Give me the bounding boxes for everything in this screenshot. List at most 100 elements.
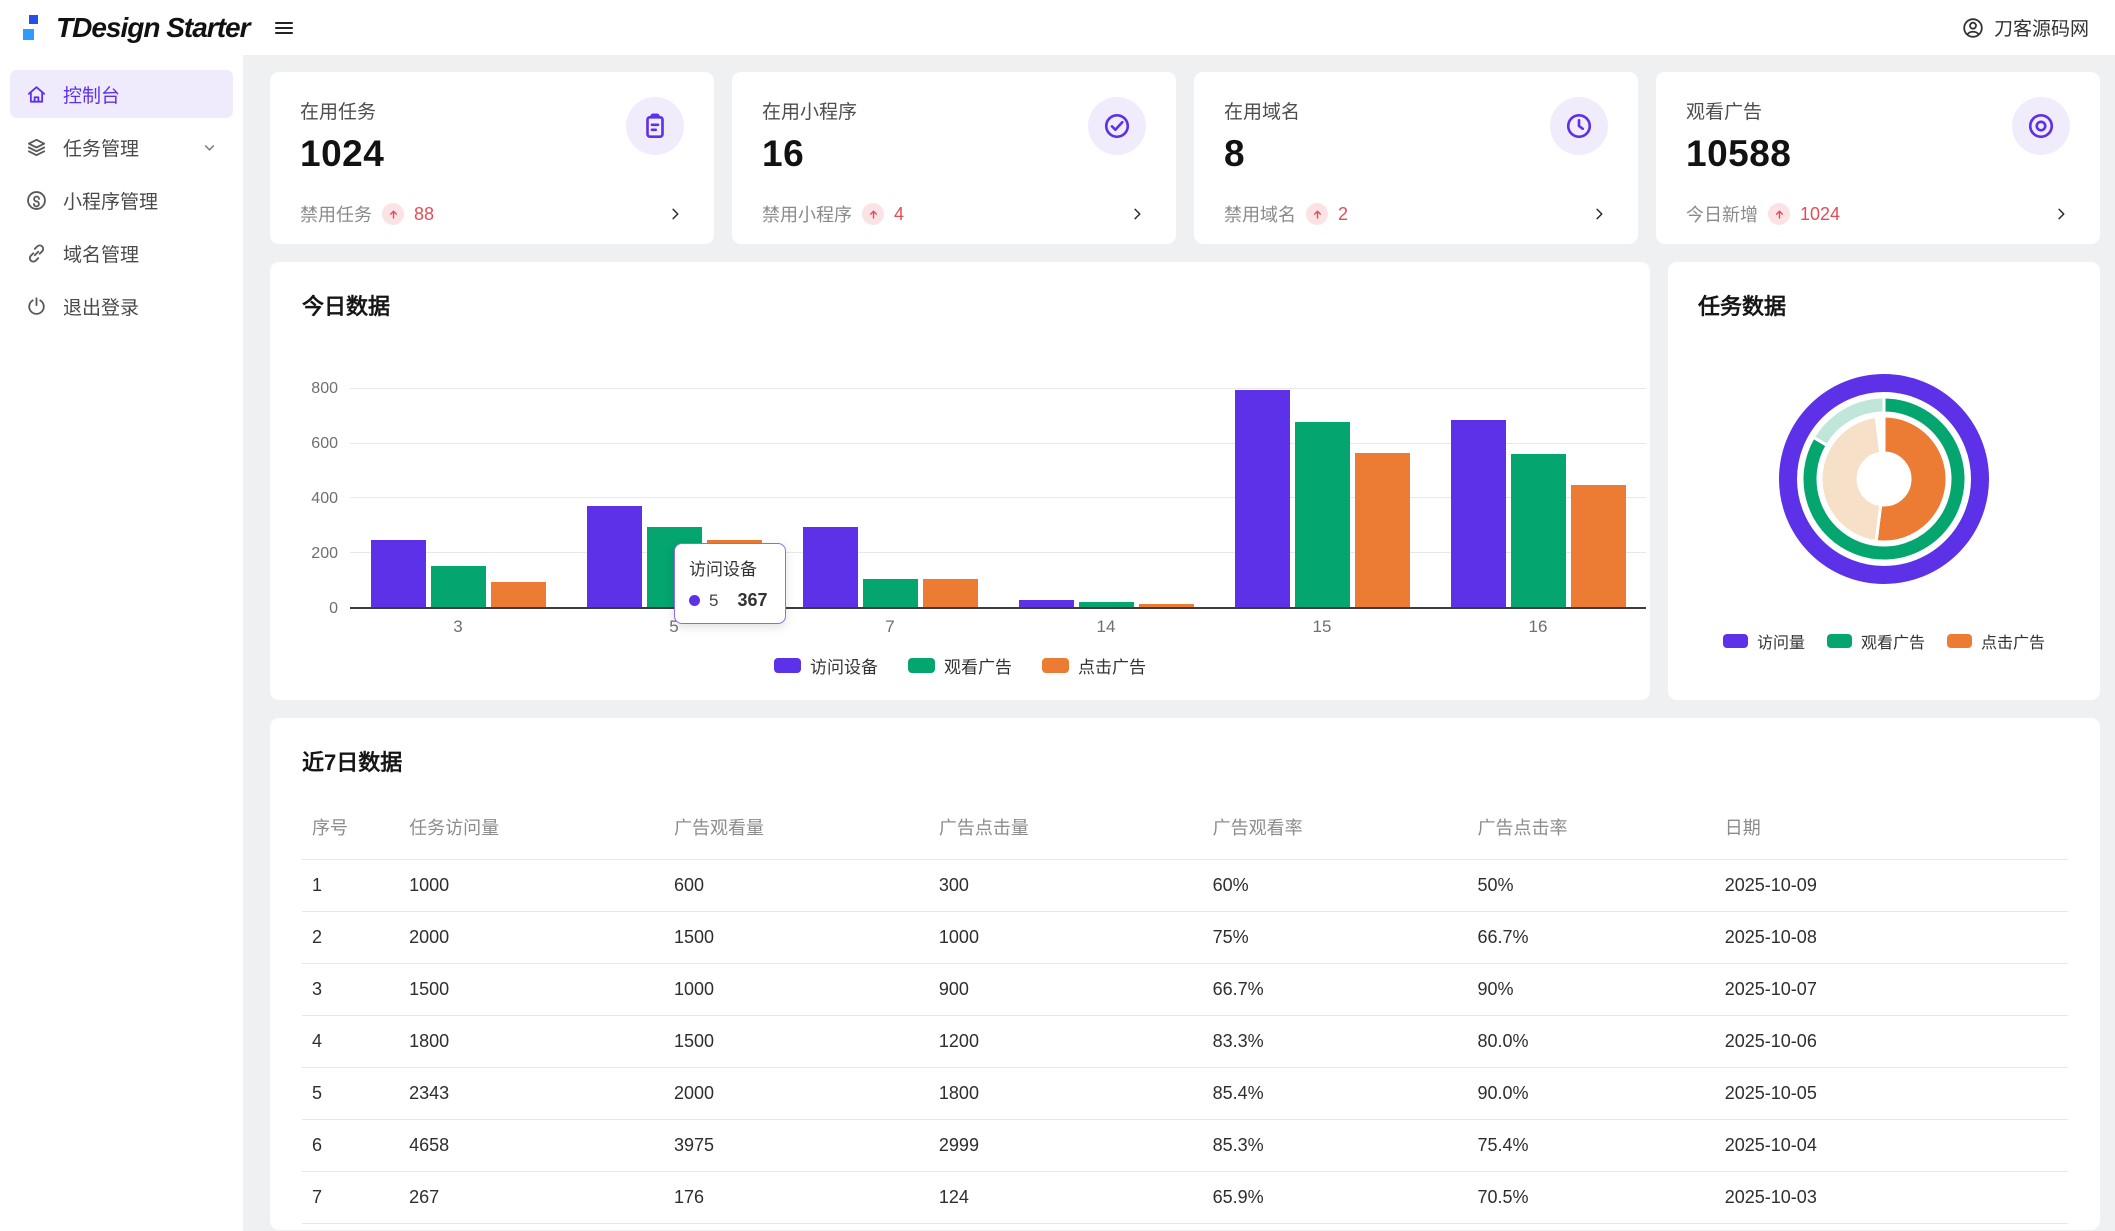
donut-chart[interactable] (1698, 373, 2070, 585)
sidebar-item-label: 小程序管理 (63, 191, 159, 213)
user-avatar-icon (1961, 16, 1985, 40)
legend-label: 观看广告 (1860, 635, 1925, 652)
legend-item-点击广告[interactable]: 点击广告 (1947, 629, 2045, 653)
stat-card-1[interactable]: 在用任务 1024 禁用任务 88 (270, 72, 714, 244)
y-axis-tick: 800 (311, 380, 338, 397)
table-cell: 3975 (664, 1119, 929, 1172)
legend-item-点击广告[interactable]: 点击广告 (1042, 653, 1146, 678)
legend-swatch (1947, 634, 1972, 648)
y-axis-tick: 600 (311, 435, 338, 452)
table-cell: 4 (302, 1015, 400, 1068)
table-row: 4 1800 1500 1200 83.3% 80.0% 2025-10-06 (302, 1015, 2068, 1068)
sidebar-item-2[interactable]: 任务管理 (10, 123, 233, 171)
stat-card-4[interactable]: 观看广告 10588 今日新增 1024 (1656, 72, 2100, 244)
table-row: 3 1500 1000 900 66.7% 90% 2025-10-07 (302, 963, 2068, 1016)
bar-点击广告-16[interactable] (1570, 485, 1626, 607)
column-header-广告观看率: 广告观看率 (1202, 797, 1468, 860)
stat-footer-value: 1024 (1800, 203, 1841, 224)
legend-item-访问设备[interactable]: 访问设备 (774, 653, 878, 678)
bar-访问设备-5[interactable] (586, 506, 642, 607)
bar-观看广告-14[interactable] (1078, 602, 1134, 607)
power-icon (25, 295, 48, 318)
top-bar: TDesign Starter 刀客源码网 (0, 0, 2115, 55)
trend-up-icon (1768, 203, 1790, 225)
home-icon (25, 83, 48, 106)
eye-icon (2012, 97, 2070, 155)
bar-访问设备-14[interactable] (1018, 600, 1074, 607)
table-row: 6 4658 3975 2999 85.3% 75.4% 2025-10-04 (302, 1119, 2068, 1172)
bar-访问设备-15[interactable] (1234, 390, 1290, 607)
column-header-序号: 序号 (302, 797, 400, 860)
y-axis-tick: 0 (329, 600, 338, 617)
bar-group-16: 16 (1430, 389, 1646, 636)
chevron-right-icon[interactable] (1590, 205, 1608, 223)
clipboard-icon (626, 97, 684, 155)
table-cell: 1 (302, 859, 400, 912)
trend-up-icon (1306, 203, 1328, 225)
user-menu[interactable]: 刀客源码网 (1961, 14, 2089, 41)
bar-观看广告-3[interactable] (430, 566, 486, 607)
bar-观看广告-15[interactable] (1294, 422, 1350, 607)
table-cell: 75.4% (1467, 1119, 1715, 1172)
table-cell: 2343 (399, 1067, 665, 1120)
legend-item-访问量[interactable]: 访问量 (1722, 629, 1805, 653)
recent-7days-table: 序号 任务访问量 广告观看量 广告点击量 广告观看率 广告点击率 日期 1 1000 600 30… (302, 797, 2068, 1224)
sidebar-item-5[interactable]: 退出登录 (10, 282, 233, 330)
bar-访问设备-16[interactable] (1450, 420, 1506, 607)
main-content: 在用任务 1024 禁用任务 88 在用小程序 16 禁用小程序 4 在用域名 … (243, 55, 2115, 1231)
bar-group-3: 3 (350, 389, 566, 636)
sidebar-item-3[interactable]: 小程序管理 (10, 176, 233, 224)
menu-toggle-button[interactable] (272, 16, 296, 40)
legend-item-观看广告[interactable]: 观看广告 (1826, 629, 1925, 653)
bar-访问设备-3[interactable] (370, 540, 426, 607)
legend-swatch (1042, 658, 1069, 673)
table-cell: 2025-10-06 (1714, 1015, 2068, 1068)
bar-点击广告-7[interactable] (922, 579, 978, 607)
stat-card-3[interactable]: 在用域名 8 禁用域名 2 (1194, 72, 1638, 244)
sidebar-item-1[interactable]: 控制台 (10, 70, 233, 118)
sidebar-item-4[interactable]: 域名管理 (10, 229, 233, 277)
bar-观看广告-16[interactable] (1510, 454, 1566, 607)
bar-点击广告-15[interactable] (1354, 453, 1410, 607)
table-header: 序号 任务访问量 广告观看量 广告点击量 广告观看率 广告点击率 日期 (302, 797, 2068, 860)
stat-footer-label: 禁用小程序 (762, 205, 852, 225)
chevron-right-icon[interactable] (666, 205, 684, 223)
legend-label: 访问量 (1756, 635, 1805, 652)
stat-label: 在用域名 (1224, 102, 1301, 123)
stat-label: 观看广告 (1686, 102, 1763, 123)
bar-点击广告-14[interactable] (1138, 604, 1194, 607)
table-cell: 1500 (664, 1015, 929, 1068)
bar-观看广告-7[interactable] (862, 579, 918, 607)
donut-chart-title: 任务数据 (1698, 294, 1787, 319)
bar-点击广告-3[interactable] (490, 582, 546, 607)
chevron-right-icon[interactable] (2052, 205, 2070, 223)
legend-item-观看广告[interactable]: 观看广告 (908, 653, 1012, 678)
table-cell: 75% (1202, 911, 1468, 964)
app-logo[interactable]: TDesign Starter (20, 12, 250, 44)
link-icon (25, 242, 48, 265)
table-row: 1 1000 600 300 60% 50% 2025-10-09 (302, 859, 2068, 912)
chart-tooltip: 访问设备 5 367 (674, 543, 786, 624)
table-cell: 267 (399, 1171, 665, 1224)
bar-访问设备-7[interactable] (802, 527, 858, 607)
bar-group-14: 14 (998, 389, 1214, 636)
table-cell: 1000 (928, 911, 1203, 964)
table-body: 1 1000 600 300 60% 50% 2025-10-09 2 2000 1500 1000… (302, 859, 2068, 1224)
x-axis-label: 15 (1312, 617, 1332, 636)
table-cell: 1000 (664, 963, 929, 1016)
sidebar-item-label: 退出登录 (63, 297, 140, 319)
stat-value: 1024 (300, 133, 385, 174)
bar-chart-plot: 3 5 7 14 15 16 访问设备 5 367 (350, 388, 1646, 636)
table-cell: 176 (664, 1171, 929, 1224)
stat-card-2[interactable]: 在用小程序 16 禁用小程序 4 (732, 72, 1176, 244)
trend-up-icon (862, 203, 884, 225)
chevron-right-icon[interactable] (1128, 205, 1146, 223)
tooltip-title: 访问设备 (689, 560, 757, 579)
layers-icon (25, 136, 48, 159)
bar-group-15: 15 (1214, 389, 1430, 636)
chevron-down-icon (200, 138, 219, 157)
bar-chart: 0 200 400 600 800 3 5 7 14 15 16 访问设备 5 367 (302, 329, 1646, 636)
app-title: TDesign Starter (56, 11, 250, 43)
table-cell: 124 (928, 1171, 1203, 1224)
column-header-任务访问量: 任务访问量 (399, 797, 665, 860)
